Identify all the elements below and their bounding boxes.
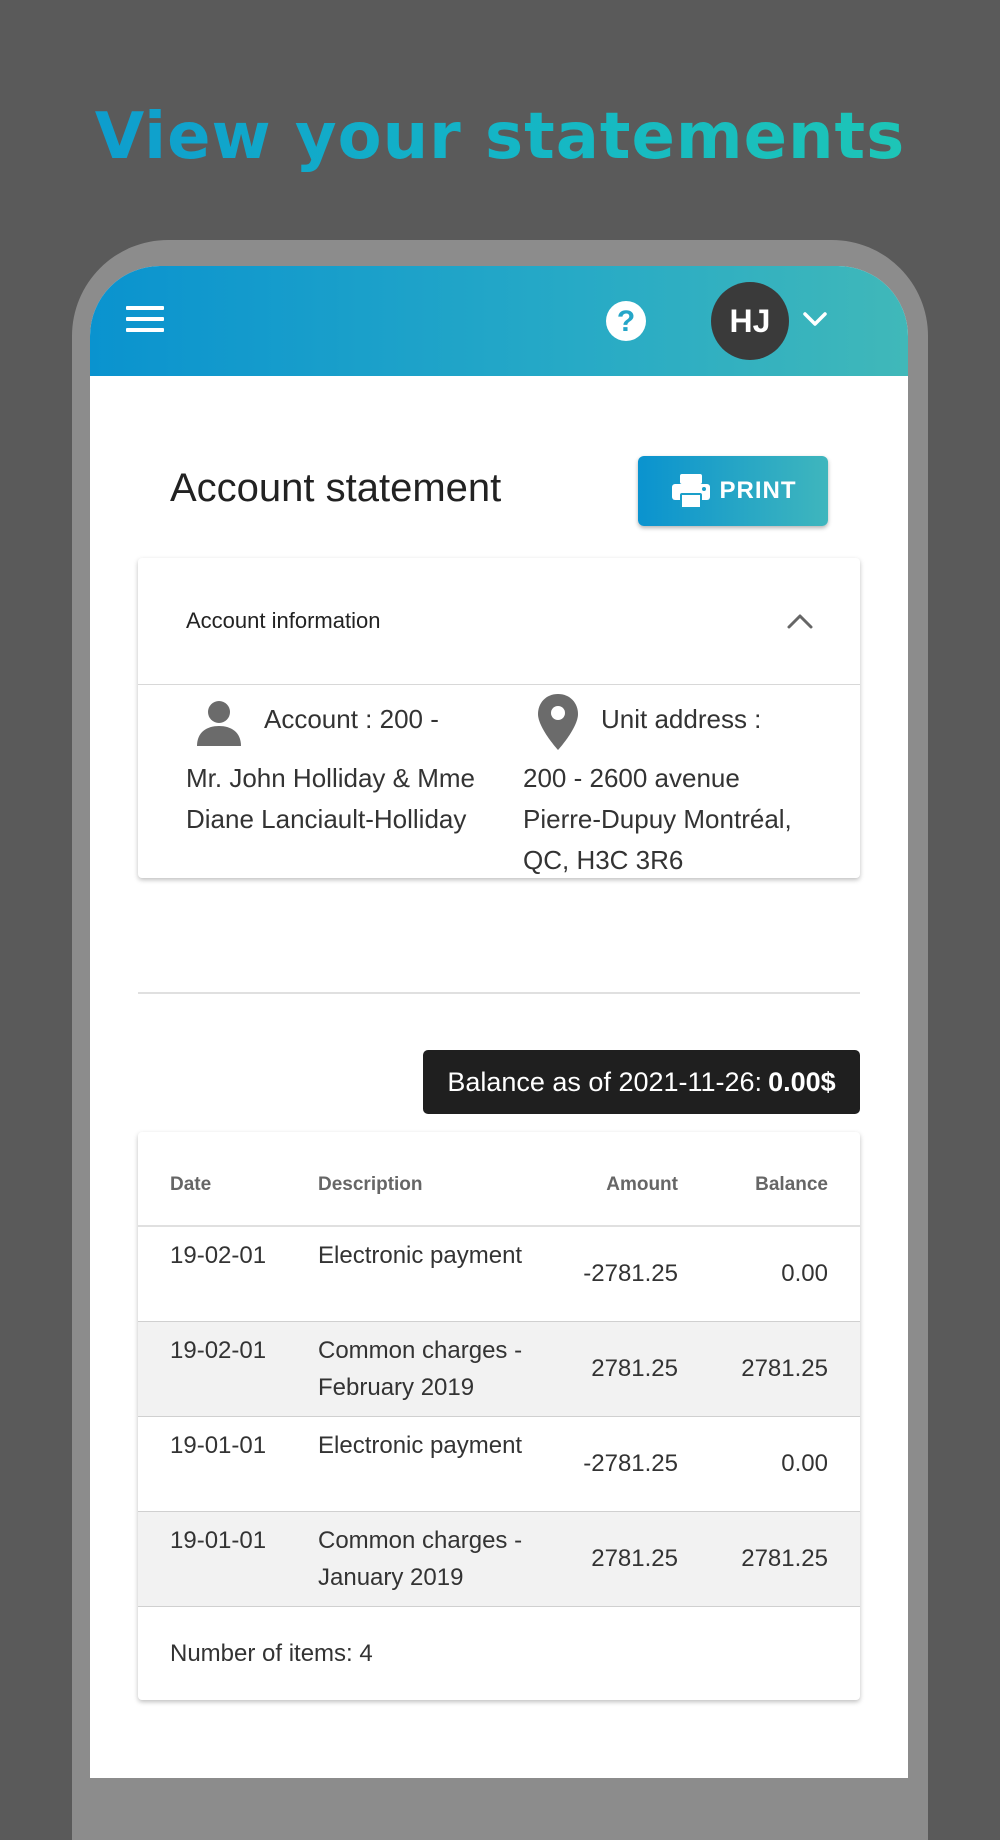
divider <box>138 992 860 994</box>
row-balance: 2781.25 <box>741 1355 828 1382</box>
avatar[interactable]: HJ <box>711 282 789 360</box>
page-title: Account statement <box>170 466 502 510</box>
person-icon <box>197 701 241 746</box>
app-screen: ? HJ Account statement PRINT Account inf… <box>90 266 908 1778</box>
account-info-title: Account information <box>186 608 381 633</box>
statement-table: Date Description Amount Balance 19-02-01… <box>138 1132 860 1700</box>
row-date: 19-02-01 <box>170 1242 267 1269</box>
row-description: Common charges - February 2019 <box>318 1337 523 1401</box>
menu-icon[interactable] <box>126 306 164 336</box>
table-row: 19-02-01 Electronic payment -2781.25 0.0… <box>138 1227 860 1322</box>
row-description: Electronic payment <box>318 1242 523 1269</box>
table-row: 19-01-01 Common charges - January 2019 2… <box>138 1512 860 1607</box>
row-balance: 0.00 <box>781 1260 828 1287</box>
row-amount: 2781.25 <box>591 1355 678 1382</box>
row-date: 19-01-01 <box>170 1527 267 1554</box>
print-button-label: PRINT <box>719 477 797 504</box>
location-pin-icon <box>538 694 578 750</box>
column-header-amount[interactable]: Amount <box>606 1174 678 1196</box>
balance-prefix: Balance as of 2021-11-26: <box>447 1066 763 1097</box>
printer-icon <box>671 474 710 509</box>
table-row: 19-02-01 Common charges - February 2019 … <box>138 1322 860 1417</box>
print-button[interactable]: PRINT <box>638 456 828 526</box>
column-header-balance[interactable]: Balance <box>755 1174 828 1196</box>
account-holder: Mr. John Holliday & Mme Diane Lanciault-… <box>186 763 475 834</box>
row-date: 19-01-01 <box>170 1432 267 1459</box>
item-count: Number of items: 4 <box>170 1640 373 1667</box>
row-balance: 0.00 <box>781 1450 828 1477</box>
row-date: 19-02-01 <box>170 1337 267 1364</box>
row-amount: -2781.25 <box>583 1260 678 1287</box>
row-description: Common charges - January 2019 <box>318 1527 523 1591</box>
row-description: Electronic payment <box>318 1432 523 1459</box>
row-amount: 2781.25 <box>591 1545 678 1572</box>
account-info-header[interactable]: Account information <box>138 558 860 685</box>
unit-address-label: Unit address : <box>601 704 762 734</box>
row-amount: -2781.25 <box>583 1450 678 1477</box>
row-balance: 2781.25 <box>741 1545 828 1572</box>
unit-address-value: 200 - 2600 avenue Pierre-Dupuy Montréal,… <box>523 763 792 875</box>
help-icon[interactable]: ? <box>606 301 646 341</box>
app-bar: ? HJ <box>90 266 908 376</box>
chevron-up-icon[interactable] <box>786 612 814 630</box>
balance-value: 0.00$ <box>768 1066 836 1097</box>
column-header-date[interactable]: Date <box>170 1174 211 1196</box>
table-row: 19-01-01 Electronic payment -2781.25 0.0… <box>138 1417 860 1512</box>
column-header-description[interactable]: Description <box>318 1174 423 1196</box>
account-info-card: Account information Account : 200 - Mr. … <box>138 558 860 878</box>
balance-badge: Balance as of 2021-11-26: 0.00$ <box>423 1050 860 1114</box>
chevron-down-icon[interactable] <box>802 310 828 328</box>
promo-title: View your statements <box>0 100 1000 174</box>
account-label: Account : 200 - <box>264 704 439 734</box>
